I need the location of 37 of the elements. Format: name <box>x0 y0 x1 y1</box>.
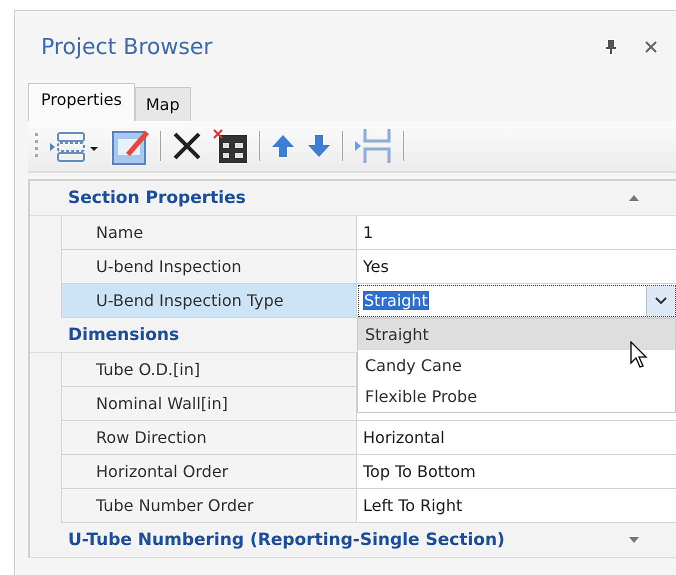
expand-icon[interactable] <box>628 536 640 544</box>
tab[interactable]: Map <box>134 87 191 121</box>
collapse-icon[interactable] <box>628 194 640 202</box>
selected-value: Straight <box>363 291 429 310</box>
dropdown-button[interactable] <box>646 286 675 316</box>
dropdown-option[interactable]: Candy Cane <box>358 350 675 381</box>
category-title: U-Tube Numbering (Reporting-Single Section) <box>68 530 505 550</box>
down-arrow-icon[interactable] <box>306 133 332 159</box>
category-header[interactable]: U-Tube Numbering (Reporting-Single Section) <box>30 523 676 558</box>
dropdown-field[interactable]: Straight <box>358 284 676 316</box>
tab[interactable]: Properties <box>28 83 135 121</box>
delete-icon[interactable] <box>171 130 203 162</box>
property-value: Horizontal <box>363 428 445 447</box>
mouse-pointer-icon <box>630 341 648 369</box>
property-label[interactable]: Row Direction <box>61 421 357 455</box>
close-icon[interactable] <box>644 40 658 54</box>
property-label[interactable]: Horizontal Order <box>61 455 357 489</box>
pin-icon[interactable] <box>606 40 616 54</box>
property-label[interactable]: Name <box>61 216 357 250</box>
dropdown-option[interactable]: Straight <box>358 319 675 350</box>
chevron-down-icon <box>655 296 667 304</box>
property-value: Top To Bottom <box>363 462 476 481</box>
property-value: 1 <box>363 223 374 242</box>
property-label[interactable]: Nominal Wall[in] <box>61 387 357 421</box>
delete-column-icon[interactable] <box>213 129 249 163</box>
property-label[interactable]: U-bend Inspection <box>61 250 357 284</box>
property-label[interactable]: Tube O.D.[in] <box>61 353 357 387</box>
property-value: Left To Right <box>363 496 462 515</box>
property-label[interactable]: U-Bend Inspection Type <box>61 284 357 318</box>
category-title: Section Properties <box>68 188 246 208</box>
property-label[interactable]: Tube Number Order <box>61 489 357 523</box>
panel-title: Project Browser <box>41 34 214 60</box>
property-value: Yes <box>363 257 389 276</box>
up-arrow-icon[interactable] <box>270 133 296 159</box>
dropdown-option[interactable]: Flexible Probe <box>358 381 675 412</box>
category-title: Dimensions <box>68 325 180 345</box>
insert-row-icon[interactable] <box>353 127 393 165</box>
